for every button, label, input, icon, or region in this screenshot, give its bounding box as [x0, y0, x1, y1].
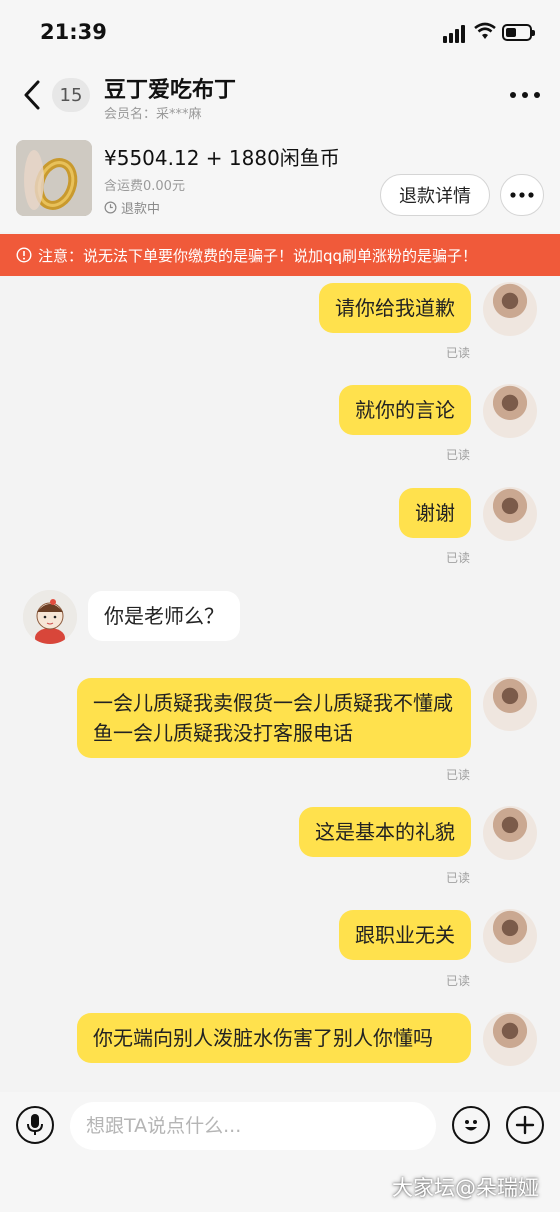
voice-button[interactable]: [16, 1106, 54, 1144]
message-bubble-mine[interactable]: 谢谢: [399, 488, 471, 538]
order-more-button[interactable]: [500, 174, 544, 216]
member-name: 会员名：采***麻: [104, 107, 202, 122]
read-receipt: 已读: [446, 768, 471, 782]
my-avatar[interactable]: [483, 282, 537, 336]
read-receipt: 已读: [446, 448, 471, 462]
message-bubble-mine[interactable]: 就你的言论: [339, 385, 471, 435]
input-bar: 大家坛@朵瑞娅: [0, 1092, 560, 1212]
product-thumbnail[interactable]: [16, 140, 92, 216]
refund-status-label: 退款中: [121, 202, 161, 217]
unread-count-badge: 15: [52, 78, 90, 112]
order-card[interactable]: ¥5504.12 + 1880闲鱼币 含运费0.00元 退款中 退款详情: [0, 130, 560, 232]
message-bubble-contact[interactable]: 你是老师么？: [88, 591, 240, 641]
add-attachment-button[interactable]: [506, 1106, 544, 1144]
message-bubble-mine[interactable]: 一会儿质疑我卖假货一会儿质疑我不懂咸鱼一会儿质疑我没打客服电话: [77, 678, 471, 758]
read-receipt: 已读: [446, 871, 471, 885]
refund-details-button[interactable]: 退款详情: [380, 174, 490, 216]
chat-header: 15 豆丁爱吃布丁 会员名：采***麻: [0, 60, 560, 130]
status-time: 21:39: [40, 20, 107, 44]
microphone-icon: [27, 1114, 43, 1135]
more-icon[interactable]: [508, 90, 542, 100]
clock-icon: [104, 201, 117, 214]
my-avatar[interactable]: [483, 384, 537, 438]
plus-icon: [515, 1115, 535, 1135]
watermark: 大家坛@朵瑞娅: [392, 1176, 539, 1200]
message-bubble-mine[interactable]: 请你给我道歉: [319, 283, 471, 333]
my-avatar[interactable]: [483, 677, 537, 731]
message-bubble-mine[interactable]: 这是基本的礼貌: [299, 807, 471, 857]
message-bubble-mine[interactable]: 跟职业无关: [339, 910, 471, 960]
status-bar: 21:39: [0, 0, 560, 60]
refund-status: 退款中: [104, 198, 160, 217]
message-input[interactable]: [70, 1102, 436, 1150]
cartoon-girl-avatar: [23, 590, 77, 644]
my-avatar[interactable]: [483, 1012, 537, 1066]
smiley-icon: [465, 1120, 477, 1131]
battery-icon: [502, 24, 535, 41]
read-receipt: 已读: [446, 551, 471, 565]
warning-icon: [16, 247, 32, 263]
read-receipt: 已读: [446, 974, 471, 988]
my-avatar[interactable]: [483, 909, 537, 963]
my-avatar[interactable]: [483, 487, 537, 541]
warning-text: 注意：说无法下单要你缴费的是骗子！说加qq刷单涨粉的是骗子！: [38, 246, 478, 265]
chat-message-list[interactable]: 请你给我道歉 已读 就你的言论 已读 谢谢 已读 你是老师么？ 一会儿质疑我卖假…: [0, 276, 560, 1092]
more-dots-icon: [510, 192, 534, 198]
back-icon[interactable]: [18, 78, 48, 112]
page-title: 豆丁爱吃布丁: [104, 78, 237, 103]
contact-avatar[interactable]: [23, 590, 77, 644]
wifi-icon: [474, 22, 496, 39]
signal-icon: [443, 25, 465, 43]
message-bubble-mine[interactable]: 你无端向别人泼脏水伤害了别人你懂吗: [77, 1013, 471, 1063]
read-receipt: 已读: [446, 346, 471, 360]
my-avatar[interactable]: [483, 806, 537, 860]
fraud-warning-banner: 注意：说无法下单要你缴费的是骗子！说加qq刷单涨粉的是骗子！: [0, 234, 560, 276]
order-price: ¥5504.12 + 1880闲鱼币: [104, 146, 340, 170]
bangle-image: [16, 140, 92, 216]
emoji-button[interactable]: [452, 1106, 490, 1144]
shipping-fee: 含运费0.00元: [104, 179, 185, 194]
